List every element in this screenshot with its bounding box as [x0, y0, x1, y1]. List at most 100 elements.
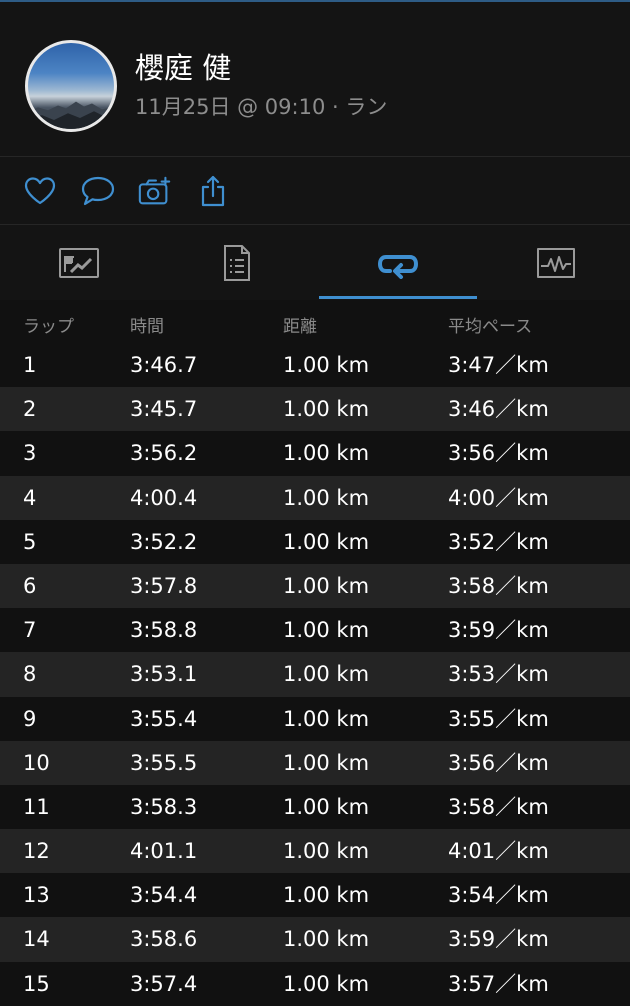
lap-number: 6 [23, 573, 37, 598]
lap-time: 3:56.2 [130, 441, 198, 466]
lap-distance: 1.00 km [283, 397, 370, 422]
comment-icon[interactable] [80, 173, 116, 209]
lap-distance: 1.00 km [283, 971, 370, 996]
lap-number: 8 [23, 662, 37, 687]
lap-distance: 1.00 km [283, 485, 370, 510]
table-row[interactable]: 13 3:54.4 1.00 km 3:54／km [0, 873, 630, 918]
lap-number: 10 [23, 750, 50, 775]
lap-time: 3:58.6 [130, 927, 198, 952]
lap-number: 12 [23, 839, 50, 864]
tab-laps[interactable] [319, 225, 477, 300]
header-lap: ラップ [23, 317, 74, 337]
lap-distance: 1.00 km [283, 839, 370, 864]
lap-time: 3:57.4 [130, 971, 198, 996]
lap-number: 13 [23, 883, 50, 908]
laps-table-header: ラップ 時間 距離 平均ペース [0, 300, 630, 343]
lap-distance: 1.00 km [283, 662, 370, 687]
laps-loop-icon [378, 254, 418, 279]
table-row[interactable]: 12 4:01.1 1.00 km 4:01／km [0, 829, 630, 874]
table-row[interactable]: 15 3:57.4 1.00 km 3:57／km [0, 961, 630, 1006]
lap-distance: 1.00 km [283, 706, 370, 731]
table-row[interactable]: 8 3:53.1 1.00 km 3:53／km [0, 652, 630, 697]
lap-distance: 1.00 km [283, 529, 370, 554]
lap-number: 1 [23, 353, 37, 377]
table-row[interactable]: 14 3:58.6 1.00 km 3:59／km [0, 917, 630, 962]
summary-card-icon [59, 247, 99, 278]
tab-summary[interactable] [0, 225, 158, 300]
lap-pace: 3:56／km [448, 750, 549, 775]
lap-time: 3:54.4 [130, 883, 198, 908]
table-row[interactable]: 4 4:00.4 1.00 km 4:00／km [0, 475, 630, 520]
tab-charts[interactable] [477, 225, 630, 300]
header-time: 時間 [130, 317, 164, 337]
lap-time: 4:01.1 [130, 839, 198, 864]
table-row[interactable]: 3 3:56.2 1.00 km 3:56／km [0, 431, 630, 476]
table-row[interactable]: 1 3:46.7 1.00 km 3:47／km [0, 343, 630, 388]
lap-pace: 4:01／km [448, 839, 549, 864]
table-row[interactable]: 11 3:58.3 1.00 km 3:58／km [0, 784, 630, 830]
lap-time: 3:58.3 [130, 794, 198, 819]
lap-time: 3:57.8 [130, 573, 198, 598]
table-row[interactable]: 9 3:55.4 1.00 km 3:55／km [0, 696, 630, 741]
lap-number: 11 [23, 794, 50, 819]
lap-pace: 3:55／km [448, 706, 549, 731]
avatar[interactable] [25, 40, 117, 132]
lap-number: 4 [23, 485, 37, 510]
activity-meta: 11月25日 @ 09:10 · ラン [135, 95, 388, 119]
lap-pace: 3:54／km [448, 883, 549, 908]
user-name[interactable]: 櫻庭 健 [135, 50, 231, 86]
laps-table-body: 1 3:46.7 1.00 km 3:47／km 2 3:45.7 1.00 k… [0, 343, 630, 1006]
lap-number: 14 [23, 927, 50, 952]
lap-pace: 3:58／km [448, 573, 549, 598]
selected-tab-indicator [319, 296, 477, 299]
chart-pulse-icon [537, 247, 575, 278]
table-row[interactable]: 6 3:57.8 1.00 km 3:58／km [0, 563, 630, 609]
action-bar [0, 157, 630, 224]
lap-time: 4:00.4 [130, 485, 198, 510]
tab-details[interactable] [158, 225, 316, 300]
lap-pace: 3:47／km [448, 353, 549, 377]
activity-header: 櫻庭 健 11月25日 @ 09:10 · ラン [0, 2, 630, 156]
lap-number: 5 [23, 529, 37, 554]
share-icon[interactable] [195, 173, 231, 209]
avatar-mountain-image [28, 101, 114, 129]
lap-distance: 1.00 km [283, 618, 370, 643]
lap-distance: 1.00 km [283, 353, 370, 377]
lap-pace: 4:00／km [448, 485, 549, 510]
lap-pace: 3:57／km [448, 971, 549, 996]
lap-distance: 1.00 km [283, 441, 370, 466]
lap-distance: 1.00 km [283, 794, 370, 819]
lap-pace: 3:53／km [448, 662, 549, 687]
lap-time: 3:45.7 [130, 397, 198, 422]
table-row[interactable]: 2 3:45.7 1.00 km 3:46／km [0, 387, 630, 432]
lap-pace: 3:59／km [448, 618, 549, 643]
table-row[interactable]: 5 3:52.2 1.00 km 3:52／km [0, 519, 630, 564]
lap-time: 3:55.4 [130, 706, 198, 731]
lap-pace: 3:56／km [448, 441, 549, 466]
lap-time: 3:58.8 [130, 618, 198, 643]
lap-time: 3:53.1 [130, 662, 198, 687]
lap-time: 3:46.7 [130, 353, 198, 377]
add-photo-icon[interactable] [137, 173, 173, 209]
lap-number: 7 [23, 618, 37, 643]
tab-bar [0, 225, 630, 300]
lap-distance: 1.00 km [283, 883, 370, 908]
lap-distance: 1.00 km [283, 750, 370, 775]
lap-time: 3:52.2 [130, 529, 198, 554]
lap-number: 3 [23, 441, 37, 466]
table-row[interactable]: 7 3:58.8 1.00 km 3:59／km [0, 608, 630, 653]
header-pace: 平均ペース [448, 317, 533, 337]
lap-distance: 1.00 km [283, 927, 370, 952]
lap-pace: 3:46／km [448, 397, 549, 422]
header-distance: 距離 [283, 317, 317, 337]
lap-time: 3:55.5 [130, 750, 198, 775]
lap-pace: 3:58／km [448, 794, 549, 819]
lap-number: 2 [23, 397, 37, 422]
lap-pace: 3:59／km [448, 927, 549, 952]
lap-number: 15 [23, 971, 50, 996]
lap-pace: 3:52／km [448, 529, 549, 554]
lap-distance: 1.00 km [283, 573, 370, 598]
heart-icon[interactable] [22, 173, 58, 209]
table-row[interactable]: 10 3:55.5 1.00 km 3:56／km [0, 740, 630, 785]
lap-number: 9 [23, 706, 37, 731]
